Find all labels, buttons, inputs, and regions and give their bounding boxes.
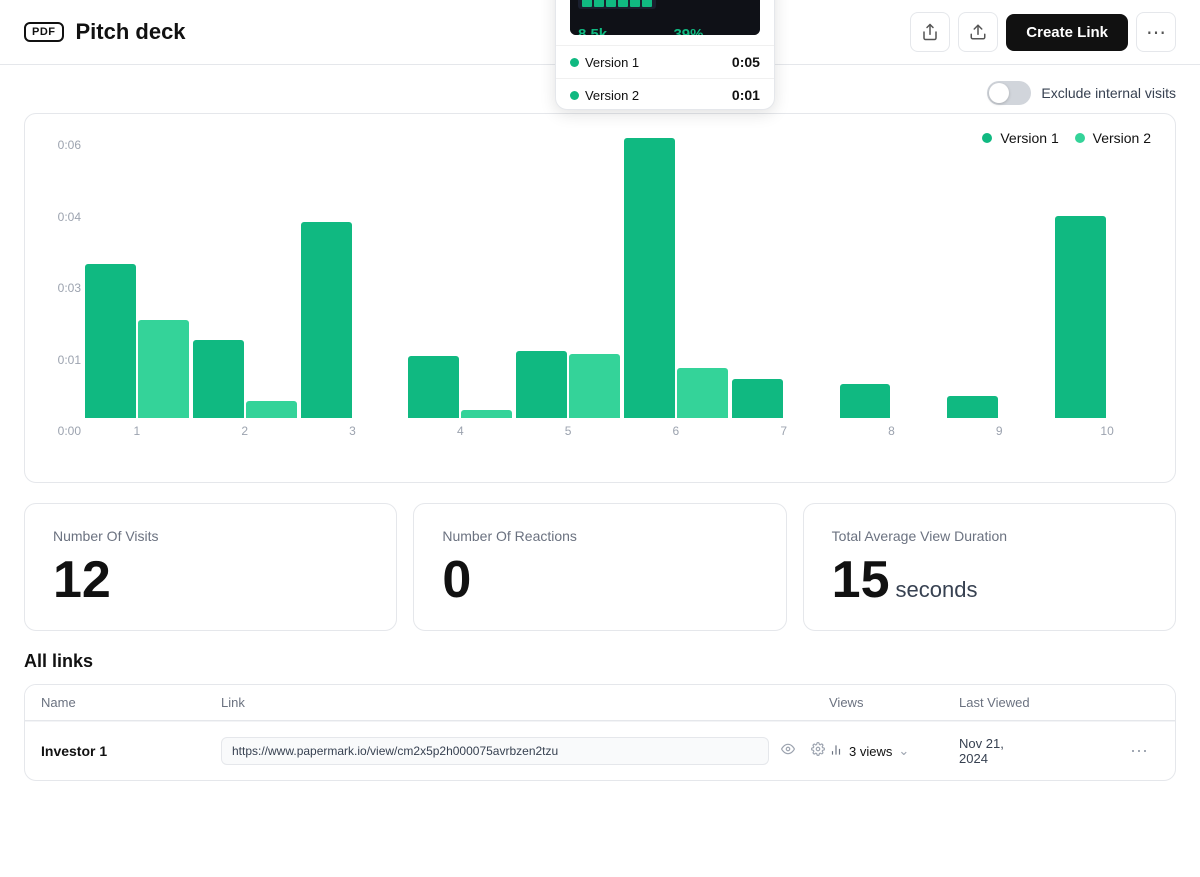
- dark-preview: 2.9k monthly active users (MAU): [570, 0, 760, 35]
- all-links-title: All links: [24, 651, 1176, 672]
- bar-v1-6: [624, 138, 675, 418]
- bar-group-5: [516, 351, 620, 418]
- bar-v1-5: [516, 351, 567, 418]
- duration-unit: seconds: [896, 577, 978, 602]
- bar-v2-2: [246, 401, 297, 418]
- col-link: Link: [221, 695, 829, 710]
- table-header: Name Link Views Last Viewed: [25, 685, 1175, 721]
- copy-link-button[interactable]: [777, 738, 799, 765]
- share-icon-button[interactable]: [910, 12, 950, 52]
- bar-v1-3: [301, 222, 352, 418]
- upload-icon-button[interactable]: [958, 12, 998, 52]
- row-name: Investor 1: [41, 743, 221, 759]
- bar-group-8: [840, 384, 944, 418]
- bar-v1-10: [1055, 216, 1106, 418]
- pdf-badge: PDF: [24, 22, 64, 42]
- bar-group-9: [947, 396, 1051, 418]
- row-views[interactable]: 3 views ⌄: [829, 743, 959, 760]
- header-actions: Create Link ⋯: [910, 12, 1176, 52]
- tooltip-thumbnail-wrap: 2.9k monthly active users (MAU): [556, 0, 774, 43]
- table-row: Investor 1 https://www.papermark.io/view…: [25, 721, 1175, 780]
- more-options-button[interactable]: ⋯: [1136, 12, 1176, 52]
- dp-cell-mau: 2.9k monthly active users (MAU): [570, 0, 665, 17]
- bar-v2-6: [677, 368, 728, 418]
- row-link-url[interactable]: https://www.papermark.io/view/cm2x5p2h00…: [221, 737, 769, 765]
- views-bar-icon: [829, 743, 843, 760]
- reactions-value: 0: [442, 554, 757, 606]
- bar-group-4: [408, 356, 512, 418]
- chart-container: Version 1 Version 2 0:06 0:04 0:03 0:01 …: [24, 113, 1176, 483]
- exclude-internal-label: Exclude internal visits: [1041, 85, 1176, 101]
- stat-card-duration: Total Average View Duration 15seconds: [803, 503, 1176, 631]
- chevron-down-icon: ⌄: [898, 743, 909, 759]
- bar-v2-1: [138, 320, 189, 418]
- link-settings-button[interactable]: [807, 738, 829, 765]
- bar-v1-2: [193, 340, 244, 418]
- col-name: Name: [41, 695, 221, 710]
- tooltip-divider-2: [556, 78, 774, 79]
- bar-group-3: [301, 222, 405, 418]
- duration-value: 15seconds: [832, 554, 1147, 606]
- bar-v1-1: [85, 264, 136, 418]
- visits-label: Number Of Visits: [53, 528, 368, 544]
- links-table: Name Link Views Last Viewed Investor 1 h…: [24, 684, 1176, 781]
- bar-v1-8: [840, 384, 891, 418]
- bar-v1-9: [947, 396, 998, 418]
- bar-group-6[interactable]: [624, 138, 728, 418]
- tooltip-v2-dot: [570, 91, 579, 100]
- bar-v1-4: [408, 356, 459, 418]
- exclude-internal-toggle[interactable]: [987, 81, 1031, 105]
- col-actions: [1119, 695, 1159, 710]
- bar-v2-4: [461, 410, 512, 418]
- stats-row: Number Of Visits 12 Number Of Reactions …: [24, 503, 1176, 631]
- bar-group-1: [85, 264, 189, 418]
- col-views: Views: [829, 695, 959, 710]
- tooltip-row-v1: Version 1 0:05: [556, 48, 774, 76]
- duration-label: Total Average View Duration: [832, 528, 1147, 544]
- tooltip-divider-1: [556, 45, 774, 46]
- create-link-button[interactable]: Create Link: [1006, 14, 1128, 51]
- bar-group-2: [193, 340, 297, 418]
- bar-group-10: [1055, 216, 1159, 418]
- reactions-label: Number Of Reactions: [442, 528, 757, 544]
- tooltip-v2-value: 0:01: [732, 87, 760, 103]
- toggle-knob: [989, 83, 1009, 103]
- tooltip-v1-value: 0:05: [732, 54, 760, 70]
- row-more-button[interactable]: ⋯: [1119, 741, 1159, 762]
- dp-cell-links: 8.5k links viewed: [570, 18, 665, 35]
- bar-group-7: [732, 379, 836, 418]
- tooltip-v1-dot: [570, 58, 579, 67]
- dp-cell-mrr: 39% MRR growth: [665, 18, 760, 35]
- tooltip-row-v2: Version 2 0:01: [556, 81, 774, 109]
- col-last-viewed: Last Viewed: [959, 695, 1119, 710]
- row-link-cell: https://www.papermark.io/view/cm2x5p2h00…: [221, 737, 829, 765]
- chart-bars: Page 6 2.9k monthly active users (MAU): [85, 138, 1159, 418]
- dp-chart: [578, 0, 657, 9]
- y-axis: 0:06 0:04 0:03 0:01 0:00: [41, 138, 81, 466]
- visits-value: 12: [53, 554, 368, 606]
- stat-card-reactions: Number Of Reactions 0: [413, 503, 786, 631]
- row-last-viewed: Nov 21,2024: [959, 736, 1119, 766]
- bar-v2-5: [569, 354, 620, 418]
- x-axis: 1 2 3 4 5 6 7 8 9 10: [85, 418, 1159, 438]
- all-links-section: All links Name Link Views Last Viewed In…: [24, 651, 1176, 781]
- stat-card-visits: Number Of Visits 12: [24, 503, 397, 631]
- row-views-count: 3 views: [849, 744, 892, 759]
- chart-tooltip: Page 6 2.9k monthly active users (MAU): [555, 0, 775, 110]
- bar-v1-7: [732, 379, 783, 418]
- tooltip-thumbnail: 2.9k monthly active users (MAU): [570, 0, 760, 35]
- dp-cell-docs: 751 documents created: [665, 0, 760, 17]
